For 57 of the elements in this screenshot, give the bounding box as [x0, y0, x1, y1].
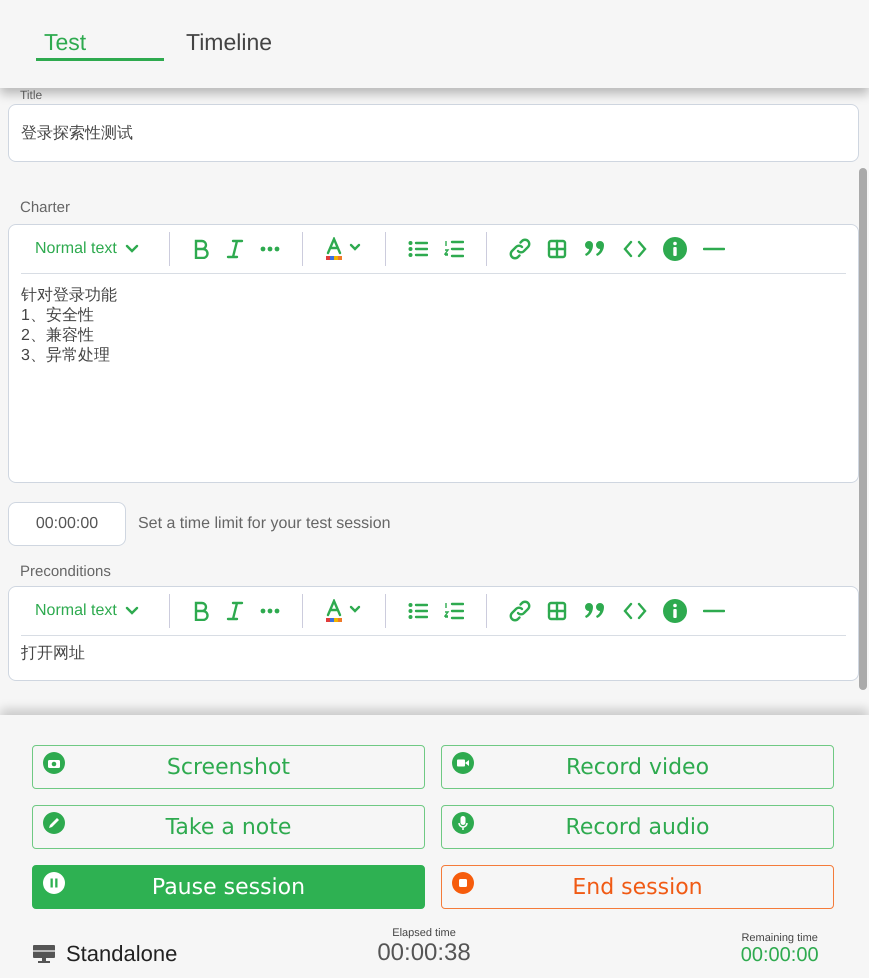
link-icon[interactable] — [508, 238, 531, 260]
numbered-list-icon[interactable] — [444, 239, 464, 259]
field-label: Preconditions — [19, 563, 112, 580]
camera-icon — [43, 752, 65, 774]
tab[interactable]: Timeline — [178, 29, 280, 61]
numbered-list-icon[interactable] — [444, 601, 464, 621]
pencil-icon — [43, 812, 65, 834]
info-icon[interactable] — [662, 237, 687, 261]
mode-label: Standalone — [66, 941, 178, 967]
quote-icon[interactable] — [582, 601, 607, 621]
link-icon[interactable] — [508, 600, 531, 622]
monitor-icon — [32, 943, 56, 965]
divider-icon[interactable] — [702, 247, 725, 251]
info-icon[interactable] — [662, 599, 687, 623]
elapsed-time: 00:00:38 — [377, 939, 471, 967]
table-icon[interactable] — [546, 239, 567, 259]
chevron-down-icon — [124, 244, 139, 254]
more-icon[interactable] — [260, 608, 280, 614]
chevron-down-icon — [124, 606, 139, 616]
field-label: Charter — [19, 199, 72, 216]
editor-text: 打开网址 — [21, 644, 86, 664]
action-button[interactable]: Pause session — [32, 865, 425, 909]
text-color-icon[interactable] — [324, 599, 363, 623]
video-camera-icon — [452, 752, 474, 774]
italic-icon[interactable] — [226, 601, 244, 621]
action-button[interactable]: Record audio — [441, 805, 834, 849]
field-label: Title — [19, 88, 44, 102]
action-button[interactable]: Record video — [441, 745, 834, 789]
bullet-list-icon[interactable] — [408, 240, 428, 258]
scrollbar-thumb[interactable] — [859, 168, 867, 690]
rich-text-editor[interactable]: Normal text 针对登录功能 1、安全性 2、兼容性 3、异常处理 — [8, 224, 859, 483]
microphone-icon — [452, 812, 474, 834]
pause-icon — [43, 872, 65, 894]
time-limit-field[interactable]: 00:00:00 — [8, 502, 126, 546]
bullet-list-icon[interactable] — [408, 602, 428, 620]
more-icon[interactable] — [260, 246, 280, 252]
divider-icon[interactable] — [702, 609, 725, 613]
quote-icon[interactable] — [582, 239, 607, 259]
hint-text: Set a time limit for your test session — [138, 515, 391, 533]
format-dropdown[interactable]: Normal text — [21, 240, 139, 258]
rich-text-editor[interactable]: Normal text 打开网址 — [8, 586, 859, 681]
editor-text: 针对登录功能 1、安全性 2、兼容性 3、异常处理 — [21, 286, 118, 366]
format-dropdown[interactable]: Normal text — [21, 602, 139, 620]
action-button[interactable]: Screenshot — [32, 745, 425, 789]
italic-icon[interactable] — [226, 239, 244, 259]
table-icon[interactable] — [546, 601, 567, 621]
stop-icon — [452, 872, 474, 894]
title-field[interactable]: 登录探索性测试 — [8, 104, 859, 162]
action-button[interactable]: End session — [441, 865, 834, 909]
text-color-icon[interactable] — [324, 237, 363, 261]
action-button[interactable]: Take a note — [32, 805, 425, 849]
timer-label: Remaining time — [741, 932, 818, 944]
timer-label: Elapsed time — [392, 927, 456, 939]
remaining-time: 00:00:00 — [740, 944, 819, 967]
code-icon[interactable] — [622, 239, 647, 259]
tab[interactable]: Test — [36, 29, 164, 61]
code-icon[interactable] — [622, 601, 647, 621]
